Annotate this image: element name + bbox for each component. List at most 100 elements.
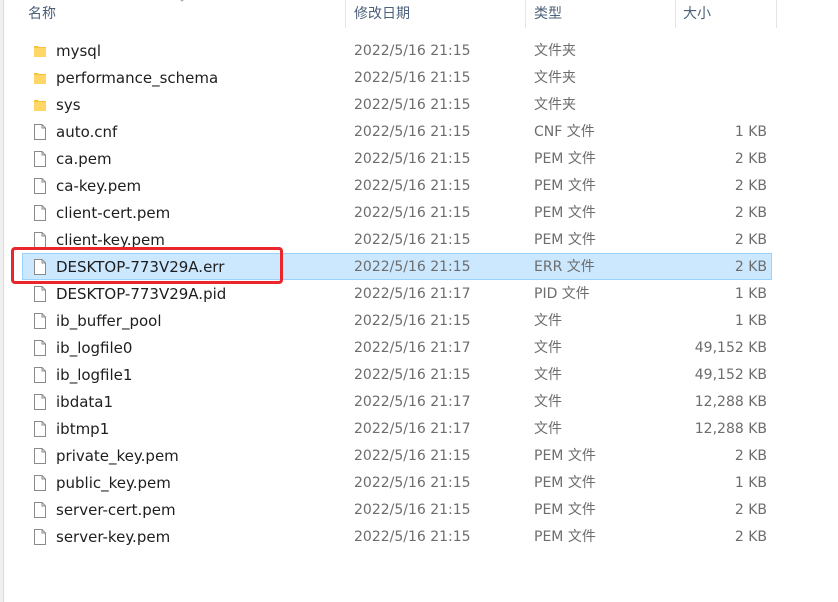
column-header-name[interactable]: 名称 [28,0,56,28]
file-modified-date: 2022/5/16 21:15 [354,448,471,464]
file-modified-date: 2022/5/16 21:17 [354,340,471,356]
file-row[interactable]: performance_schema 2022/5/16 21:15 文件夹 [22,64,772,91]
file-row[interactable]: private_key.pem 2022/5/16 21:15 PEM 文件 2 KB [22,442,772,469]
file-name: sys [56,96,81,114]
file-type: PEM 文件 [534,448,596,464]
file-name: DESKTOP-773V29A.pid [56,285,227,303]
file-modified-date: 2022/5/16 21:15 [354,124,471,140]
file-modified-date: 2022/5/16 21:15 [354,97,471,113]
file-row[interactable]: ibtmp1 2022/5/16 21:17 文件 12,288 KB [22,415,772,442]
column-header-size[interactable]: 大小 [683,0,711,28]
file-type: PEM 文件 [534,529,596,545]
file-modified-date: 2022/5/16 21:17 [354,286,471,302]
file-name: server-cert.pem [56,501,176,519]
file-row[interactable]: ib_logfile0 2022/5/16 21:17 文件 49,152 KB [22,334,772,361]
file-row[interactable]: ib_buffer_pool 2022/5/16 21:15 文件 1 KB [22,307,772,334]
file-size: 12,288 KB [694,421,767,437]
file-size: 2 KB [734,448,767,464]
folder-icon [33,43,47,59]
file-row[interactable]: public_key.pem 2022/5/16 21:15 PEM 文件 1 KB [22,469,772,496]
column-divider[interactable] [345,0,346,28]
file-name: ib_buffer_pool [56,312,162,330]
folder-icon [33,70,47,86]
file-modified-date: 2022/5/16 21:15 [354,313,471,329]
file-type: PEM 文件 [534,502,596,518]
file-modified-date: 2022/5/16 21:15 [354,178,471,194]
file-modified-date: 2022/5/16 21:15 [354,259,471,275]
file-modified-date: 2022/5/16 21:15 [354,475,471,491]
file-type: 文件夹 [534,97,576,113]
file-row[interactable]: mysql 2022/5/16 21:15 文件夹 [22,37,772,64]
file-modified-date: 2022/5/16 21:15 [354,367,471,383]
file-type: 文件 [534,340,562,356]
file-icon [33,475,47,491]
file-type: PEM 文件 [534,232,596,248]
file-size: 1 KB [734,475,767,491]
file-icon [33,205,47,221]
annotation-highlight-box [11,247,283,284]
file-type: PEM 文件 [534,475,596,491]
file-type: 文件夹 [534,70,576,86]
file-name: ibtmp1 [56,420,110,438]
file-name: auto.cnf [56,123,118,141]
file-size: 1 KB [734,313,767,329]
column-divider[interactable] [675,0,676,28]
file-row[interactable]: client-cert.pem 2022/5/16 21:15 PEM 文件 2 KB [22,199,772,226]
file-modified-date: 2022/5/16 21:15 [354,43,471,59]
file-row[interactable]: sys 2022/5/16 21:15 文件夹 [22,91,772,118]
file-row[interactable]: auto.cnf 2022/5/16 21:15 CNF 文件 1 KB [22,118,772,145]
file-modified-date: 2022/5/16 21:17 [354,394,471,410]
file-size: 1 KB [734,286,767,302]
file-size: 49,152 KB [694,340,767,356]
file-row[interactable]: ib_logfile1 2022/5/16 21:15 文件 49,152 KB [22,361,772,388]
file-icon [33,367,47,383]
file-name: ca-key.pem [56,177,142,195]
file-size: 2 KB [734,502,767,518]
file-icon [33,340,47,356]
column-header-type[interactable]: 类型 [534,0,562,28]
file-size: 2 KB [734,178,767,194]
file-type: ERR 文件 [534,259,595,275]
file-icon [33,124,47,140]
file-size: 2 KB [734,529,767,545]
column-divider[interactable] [776,0,777,28]
column-divider[interactable] [525,0,526,28]
file-type: PEM 文件 [534,151,596,167]
file-type: PID 文件 [534,286,590,302]
folder-icon [33,97,47,113]
file-size: 2 KB [734,151,767,167]
navigation-pane-edge [0,0,4,602]
file-modified-date: 2022/5/16 21:15 [354,151,471,167]
file-name: server-key.pem [56,528,171,546]
file-row[interactable]: ibdata1 2022/5/16 21:17 文件 12,288 KB [22,388,772,415]
file-name: ib_logfile1 [56,366,133,384]
file-name: ca.pem [56,150,112,168]
file-name: public_key.pem [56,474,171,492]
file-icon [33,529,47,545]
file-icon [33,286,47,302]
file-name: performance_schema [56,69,219,87]
file-modified-date: 2022/5/16 21:15 [354,529,471,545]
file-icon [33,421,47,437]
file-type: PEM 文件 [534,205,596,221]
file-row[interactable]: DESKTOP-773V29A.pid 2022/5/16 21:17 PID 文件… [22,280,772,307]
column-header-bar: 名称 修改日期 类型 大小 [0,0,838,28]
column-header-modified[interactable]: 修改日期 [354,0,410,28]
file-name: ibdata1 [56,393,114,411]
file-size: 49,152 KB [694,367,767,383]
file-modified-date: 2022/5/16 21:15 [354,70,471,86]
file-name: ib_logfile0 [56,339,133,357]
file-row[interactable]: ca-key.pem 2022/5/16 21:15 PEM 文件 2 KB [22,172,772,199]
file-row[interactable]: server-key.pem 2022/5/16 21:15 PEM 文件 2 KB [22,523,772,550]
file-name: mysql [56,42,101,60]
file-size: 2 KB [734,259,767,275]
file-icon [33,394,47,410]
file-type: 文件 [534,367,562,383]
file-type: 文件 [534,394,562,410]
file-icon [33,502,47,518]
file-row[interactable]: ca.pem 2022/5/16 21:15 PEM 文件 2 KB [22,145,772,172]
file-row[interactable]: server-cert.pem 2022/5/16 21:15 PEM 文件 2 KB [22,496,772,523]
file-type: 文件夹 [534,43,576,59]
file-modified-date: 2022/5/16 21:15 [354,205,471,221]
file-size: 2 KB [734,205,767,221]
